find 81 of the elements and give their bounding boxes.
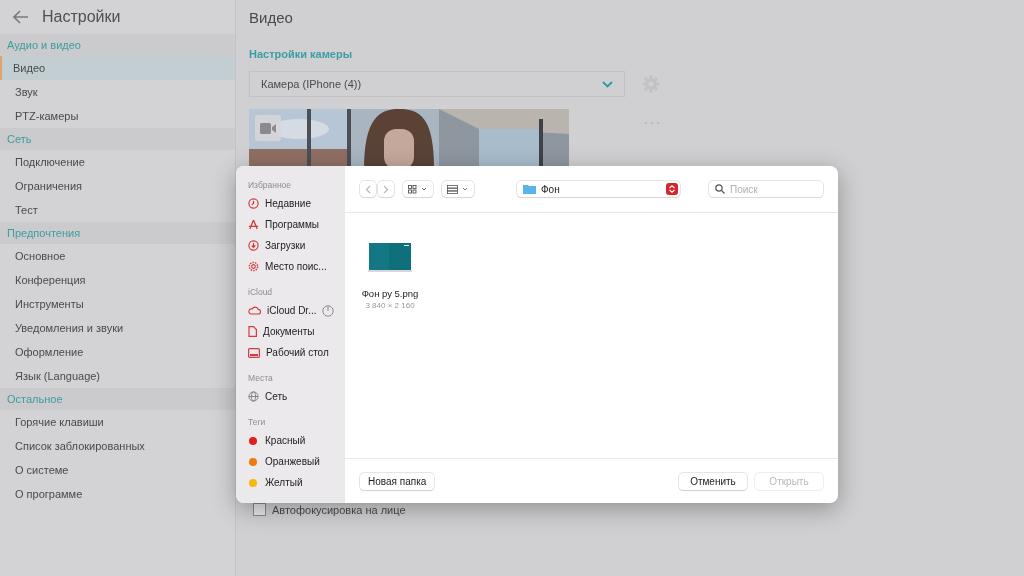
sidebar-item[interactable]: Оформление [0, 340, 235, 364]
sidebar-item[interactable]: Сеть [248, 386, 345, 407]
globe-icon [248, 391, 259, 402]
sidebar-section-title: iCloud [248, 287, 274, 297]
section-header: Аудио и видео [0, 34, 235, 56]
sidebar-label: Программы [265, 219, 320, 230]
apps-icon [248, 219, 259, 230]
search-icon [715, 184, 725, 194]
file-name: Фон ру 5.png [361, 288, 419, 299]
folder-icon [523, 184, 536, 194]
sidebar-label: Желтый [265, 477, 303, 488]
sidebar-item[interactable]: Оранжевый [248, 451, 345, 472]
sidebar-section-title: Места [248, 373, 274, 383]
image-thumbnail-icon [368, 242, 412, 272]
section-header: Остальное [0, 388, 235, 410]
section-heading: Настройки камеры [249, 48, 354, 60]
sidebar-section-title: Избранное [248, 180, 293, 190]
file-dimensions: 3 840 × 2 160 [365, 301, 415, 310]
sidebar-item[interactable]: О системе [0, 458, 235, 482]
chevron-left-icon [365, 184, 371, 194]
sidebar-item[interactable]: Основное [0, 244, 235, 268]
sidebar-label: Рабочий стол [266, 347, 329, 358]
cloud-icon [248, 306, 261, 315]
sidebar-item[interactable]: Список заблокированных [0, 434, 235, 458]
forward-button[interactable] [378, 181, 394, 197]
checkbox-label: Автофокусировка на лице [272, 503, 406, 516]
sidebar-item[interactable]: PTZ-камеры [0, 104, 235, 128]
sidebar-item[interactable]: Конференция [0, 268, 235, 292]
sidebar-item[interactable]: iCloud Dr... [248, 300, 345, 321]
sidebar-label: Загрузки [265, 240, 306, 251]
video-camera-icon [260, 122, 276, 134]
camera-toggle-button[interactable] [255, 115, 281, 141]
sidebar-item[interactable]: Недавние [248, 193, 345, 214]
section-header: Сеть [0, 128, 235, 150]
sidebar-label: Красный [265, 435, 306, 446]
cancel-button[interactable]: Отменить [679, 472, 747, 490]
group-button[interactable] [442, 181, 474, 197]
sidebar-item[interactable]: Видео [0, 56, 235, 80]
search-field[interactable]: Поиск [709, 181, 823, 197]
sidebar-label: Сеть [265, 391, 288, 402]
chevron-right-icon [383, 184, 389, 194]
clock-icon [248, 198, 259, 209]
download-icon [248, 240, 259, 251]
back-button[interactable] [360, 181, 376, 197]
sidebar-item[interactable]: Красный [248, 430, 345, 451]
gear-icon [248, 261, 259, 272]
checkbox[interactable] [253, 503, 266, 516]
new-folder-button[interactable]: Новая папка [360, 472, 435, 490]
sidebar-label: Оранжевый [265, 456, 320, 467]
sidebar-section-title: Теги [248, 417, 267, 427]
sidebar-item[interactable]: Горячие клавиши [0, 410, 235, 434]
chevron-down-icon [602, 80, 613, 88]
file-item[interactable]: Фон ру 5.png 3 840 × 2 160 [359, 242, 421, 314]
sidebar-item[interactable]: О программе [0, 482, 235, 506]
sidebar-item[interactable]: Язык (Language) [0, 364, 235, 388]
sidebar-label: Документы [263, 326, 315, 337]
sidebar-label: Недавние [265, 198, 311, 209]
stepper-icon [666, 183, 678, 195]
sidebar-label: Место поис... [265, 261, 327, 272]
desktop-icon [248, 347, 260, 358]
sidebar-label: iCloud Dr... [267, 305, 317, 316]
back-arrow-icon[interactable] [13, 10, 29, 24]
camera-dropdown[interactable]: Камера (IPhone (4)) [249, 71, 625, 97]
sidebar-item[interactable]: Инструменты [0, 292, 235, 316]
icon-view-button[interactable] [403, 181, 433, 197]
sidebar-item[interactable]: Тест [0, 198, 235, 222]
page-title: Видео [249, 9, 294, 26]
section-header: Предпочтения [0, 222, 235, 244]
document-icon [248, 326, 257, 337]
sidebar-item[interactable]: Место поис... [248, 256, 345, 277]
sidebar-item[interactable]: Программы [248, 214, 345, 235]
sidebar-item[interactable]: Документы [248, 321, 345, 342]
sidebar-item[interactable]: Рабочий стол [248, 342, 345, 363]
sidebar-item[interactable]: Уведомления и звуки [0, 316, 235, 340]
sidebar-item[interactable]: Звук [0, 80, 235, 104]
sidebar-item[interactable]: Ограничения [0, 174, 235, 198]
location-popup[interactable]: Фон [517, 181, 680, 197]
settings-title: Настройки [42, 8, 121, 26]
sidebar-item[interactable]: Желтый [248, 472, 345, 493]
sidebar-item[interactable]: Загрузки [248, 235, 345, 256]
sidebar-item[interactable]: Подключение [0, 150, 235, 174]
